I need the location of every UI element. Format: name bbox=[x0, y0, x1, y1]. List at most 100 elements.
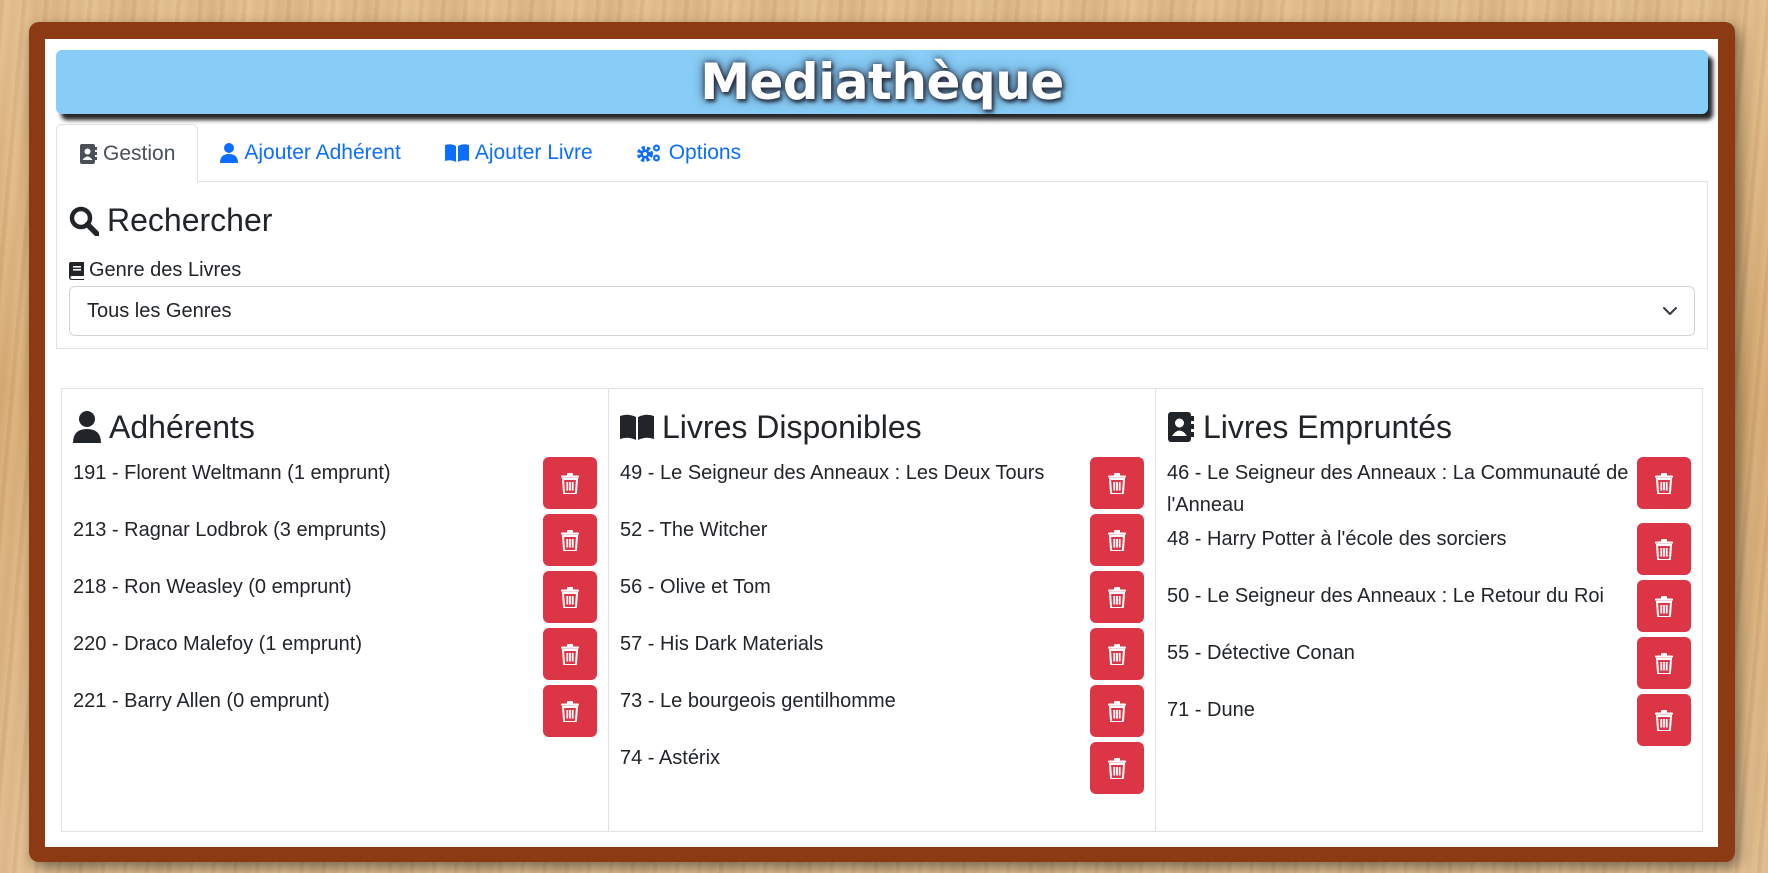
delete-button[interactable] bbox=[1090, 457, 1144, 509]
tab-ajouter-adherent[interactable]: Ajouter Adhérent bbox=[198, 124, 422, 182]
available-title: Livres Disponibles bbox=[662, 408, 922, 445]
user-icon bbox=[220, 143, 239, 163]
trash-icon bbox=[1655, 709, 1673, 731]
trash-icon bbox=[1108, 472, 1126, 494]
chevron-down-icon bbox=[1663, 307, 1677, 315]
member-label: 213 - Ragnar Lodbrok (3 emprunts) bbox=[73, 519, 387, 541]
available-book-label: 57 - His Dark Materials bbox=[620, 633, 824, 655]
delete-button[interactable] bbox=[1090, 514, 1144, 566]
members-column: Adhérents 191 - Florent Weltmann (1 empr… bbox=[62, 389, 609, 831]
open-book-icon bbox=[620, 414, 654, 440]
trash-icon bbox=[1108, 586, 1126, 608]
delete-button[interactable] bbox=[543, 571, 597, 623]
available-book-row: 49 - Le Seigneur des Anneaux : Les Deux … bbox=[620, 455, 1144, 512]
member-row: 218 - Ron Weasley (0 emprunt) bbox=[73, 569, 597, 626]
delete-button[interactable] bbox=[543, 685, 597, 737]
delete-button[interactable] bbox=[1090, 571, 1144, 623]
borrowed-book-row: 50 - Le Seigneur des Anneaux : Le Retour… bbox=[1167, 578, 1691, 635]
member-row: 191 - Florent Weltmann (1 emprunt) bbox=[73, 455, 597, 512]
genre-select-value: Tous les Genres bbox=[87, 299, 232, 322]
delete-button[interactable] bbox=[1637, 694, 1691, 746]
member-label: 218 - Ron Weasley (0 emprunt) bbox=[73, 576, 352, 598]
borrowed-book-row: 46 - Le Seigneur des Anneaux : La Commun… bbox=[1167, 455, 1691, 521]
tab-gestion[interactable]: Gestion bbox=[56, 124, 199, 183]
delete-button[interactable] bbox=[1637, 637, 1691, 689]
available-book-label: 52 - The Witcher bbox=[620, 519, 768, 541]
delete-button[interactable] bbox=[543, 457, 597, 509]
member-label: 191 - Florent Weltmann (1 emprunt) bbox=[73, 462, 391, 484]
search-title: Rechercher bbox=[107, 202, 273, 238]
member-row: 213 - Ragnar Lodbrok (3 emprunts) bbox=[73, 512, 597, 569]
tab-ajouter-livre[interactable]: Ajouter Livre bbox=[423, 124, 615, 182]
members-heading: Adhérents bbox=[73, 407, 597, 447]
available-book-row: 52 - The Witcher bbox=[620, 512, 1144, 569]
delete-button[interactable] bbox=[1637, 580, 1691, 632]
search-panel: Rechercher Genre des Livres Tous les Gen… bbox=[56, 182, 1708, 349]
available-list: 49 - Le Seigneur des Anneaux : Les Deux … bbox=[620, 455, 1144, 797]
members-title: Adhérents bbox=[109, 408, 255, 445]
trash-icon bbox=[561, 529, 579, 551]
delete-button[interactable] bbox=[1090, 742, 1144, 794]
genre-select[interactable]: Tous les Genres bbox=[69, 286, 1695, 336]
available-book-label: 49 - Le Seigneur des Anneaux : Les Deux … bbox=[620, 462, 1045, 484]
tab-label: Ajouter Adhérent bbox=[244, 141, 401, 164]
borrowed-book-label: 48 - Harry Potter à l'école des sorciers bbox=[1167, 528, 1507, 550]
app-header: Mediathèque bbox=[56, 50, 1708, 114]
member-row: 220 - Draco Malefoy (1 emprunt) bbox=[73, 626, 597, 683]
available-heading: Livres Disponibles bbox=[620, 407, 1144, 447]
search-icon bbox=[69, 206, 99, 236]
genre-label: Genre des Livres bbox=[69, 259, 241, 282]
trash-icon bbox=[1655, 538, 1673, 560]
app-title: Mediathèque bbox=[700, 53, 1064, 111]
members-list: 191 - Florent Weltmann (1 emprunt) 213 - … bbox=[73, 455, 597, 740]
open-book-icon bbox=[444, 144, 469, 162]
delete-button[interactable] bbox=[1637, 457, 1691, 509]
member-row: 221 - Barry Allen (0 emprunt) bbox=[73, 683, 597, 740]
available-book-label: 74 - Astérix bbox=[620, 747, 721, 769]
delete-button[interactable] bbox=[543, 628, 597, 680]
borrowed-book-label: 55 - Détective Conan bbox=[1167, 642, 1355, 664]
delete-button[interactable] bbox=[1637, 523, 1691, 575]
available-column: Livres Disponibles 49 - Le Seigneur des … bbox=[609, 389, 1156, 831]
trash-icon bbox=[1655, 595, 1673, 617]
delete-button[interactable] bbox=[1090, 628, 1144, 680]
borrowed-heading: Livres Empruntés bbox=[1167, 407, 1691, 447]
available-book-label: 73 - Le bourgeois gentilhomme bbox=[620, 690, 896, 712]
borrowed-title: Livres Empruntés bbox=[1203, 408, 1452, 445]
tab-label: Ajouter Livre bbox=[474, 141, 593, 164]
lists-panel: Adhérents 191 - Florent Weltmann (1 empr… bbox=[61, 388, 1703, 832]
trash-icon bbox=[1108, 700, 1126, 722]
book-icon bbox=[69, 261, 84, 280]
borrowed-column: Livres Empruntés 46 - Le Seigneur des An… bbox=[1156, 389, 1702, 831]
address-book-icon bbox=[1168, 412, 1194, 442]
borrowed-book-label: 50 - Le Seigneur des Anneaux : Le Retour… bbox=[1167, 585, 1604, 607]
member-label: 220 - Draco Malefoy (1 emprunt) bbox=[73, 633, 363, 655]
tab-options[interactable]: Options bbox=[615, 124, 763, 182]
trash-icon bbox=[561, 586, 579, 608]
trash-icon bbox=[561, 472, 579, 494]
trash-icon bbox=[1655, 652, 1673, 674]
tab-label: Options bbox=[668, 141, 742, 164]
address-book-icon bbox=[80, 143, 97, 164]
member-label: 221 - Barry Allen (0 emprunt) bbox=[73, 690, 330, 712]
delete-button[interactable] bbox=[1090, 685, 1144, 737]
available-book-row: 73 - Le bourgeois gentilhomme bbox=[620, 683, 1144, 740]
borrowed-book-label: 71 - Dune bbox=[1167, 699, 1255, 721]
gears-icon bbox=[636, 144, 660, 162]
tab-label: Gestion bbox=[103, 141, 176, 165]
trash-icon bbox=[1108, 529, 1126, 551]
trash-icon bbox=[561, 700, 579, 722]
trash-icon bbox=[1655, 472, 1673, 494]
trash-icon bbox=[1108, 757, 1126, 779]
borrowed-book-label: 46 - Le Seigneur des Anneaux : La Commun… bbox=[1167, 462, 1629, 516]
borrowed-book-row: 55 - Détective Conan bbox=[1167, 635, 1691, 692]
available-book-row: 57 - His Dark Materials bbox=[620, 626, 1144, 683]
borrowed-book-row: 71 - Dune bbox=[1167, 692, 1691, 749]
delete-button[interactable] bbox=[543, 514, 597, 566]
trash-icon bbox=[561, 643, 579, 665]
trash-icon bbox=[1108, 643, 1126, 665]
user-icon bbox=[73, 411, 101, 443]
borrowed-book-row: 48 - Harry Potter à l'école des sorciers bbox=[1167, 521, 1691, 578]
genre-label-text: Genre des Livres bbox=[89, 259, 242, 281]
tab-bar: Gestion Ajouter Adhérent Ajouter Livre O… bbox=[56, 124, 1708, 183]
